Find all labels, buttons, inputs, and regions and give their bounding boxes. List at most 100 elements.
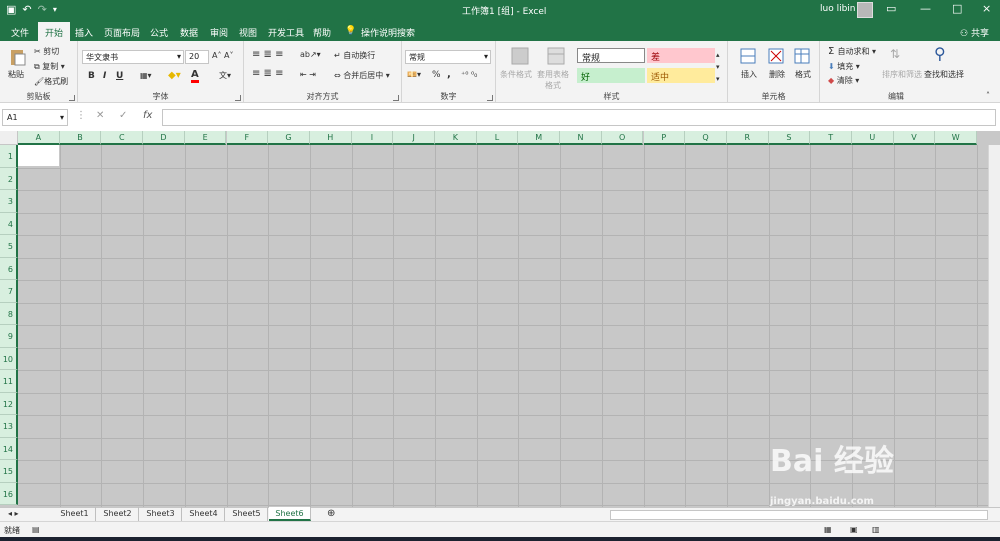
- clipboard-launcher[interactable]: [69, 95, 75, 101]
- column-header-n[interactable]: N: [560, 131, 602, 145]
- styles-scroll-icon[interactable]: ▴ ▾ ▾: [716, 49, 720, 85]
- number-format-select[interactable]: 常规 ▾: [405, 50, 491, 64]
- column-header-e[interactable]: E: [184, 131, 227, 145]
- sheet-tab-sheet3[interactable]: Sheet3: [140, 507, 182, 521]
- decimal-icon[interactable]: ⁺⁰ ⁰₀: [461, 70, 477, 79]
- wrap-text-button[interactable]: ↵ 自动换行: [334, 50, 375, 61]
- user-name[interactable]: luo libin: [820, 4, 856, 14]
- cut-button[interactable]: ✂ 剪切: [34, 46, 59, 57]
- row-header-4[interactable]: 4: [0, 212, 18, 235]
- comma-button[interactable]: ,: [447, 69, 451, 80]
- tab-page-layout[interactable]: 页面布局: [104, 26, 140, 39]
- column-header-c[interactable]: C: [101, 131, 144, 145]
- scroll-tabs-icon[interactable]: ◂ ▸: [8, 509, 19, 518]
- column-header-g[interactable]: G: [268, 131, 310, 145]
- column-header-m[interactable]: M: [518, 131, 561, 145]
- tab-home[interactable]: 开始: [38, 22, 71, 41]
- fill-button[interactable]: ⬇ 填充 ▾: [828, 61, 860, 72]
- column-header-p[interactable]: P: [643, 131, 686, 145]
- tab-view[interactable]: 视图: [239, 26, 257, 39]
- phonetic-icon[interactable]: 文▾: [219, 70, 231, 81]
- macro-record-icon[interactable]: ▤: [32, 525, 40, 534]
- bold-button[interactable]: B: [88, 71, 95, 81]
- save-icon[interactable]: ▣: [6, 3, 16, 17]
- add-sheet-icon[interactable]: ⊕: [327, 508, 335, 519]
- column-header-w[interactable]: W: [935, 131, 978, 145]
- font-color-icon[interactable]: A: [191, 69, 199, 83]
- tab-data[interactable]: 数据: [180, 26, 198, 39]
- sheet-tab-sheet5[interactable]: Sheet5: [226, 507, 268, 521]
- row-header-15[interactable]: 15: [0, 460, 18, 483]
- clear-button[interactable]: ◆ 清除 ▾: [828, 75, 859, 86]
- merge-center-button[interactable]: ⇔ 合并后居中 ▾: [334, 70, 390, 81]
- paste-button[interactable]: 粘贴: [8, 69, 24, 80]
- row-header-8[interactable]: 8: [0, 302, 18, 325]
- column-header-h[interactable]: H: [309, 131, 352, 145]
- alignment-launcher[interactable]: [393, 95, 399, 101]
- enter-icon[interactable]: ✓: [119, 110, 127, 121]
- column-header-b[interactable]: B: [59, 131, 102, 145]
- horizontal-scrollbar[interactable]: [610, 510, 988, 520]
- name-box[interactable]: A1 ▾: [2, 109, 68, 126]
- ribbon-display-icon[interactable]: ▭: [886, 2, 896, 15]
- row-header-7[interactable]: 7: [0, 280, 18, 303]
- column-header-j[interactable]: J: [393, 131, 435, 145]
- format-button[interactable]: 格式: [795, 69, 811, 80]
- row-header-1[interactable]: 1: [0, 145, 18, 168]
- insert-button[interactable]: 插入: [741, 69, 757, 80]
- insert-cells-icon[interactable]: [738, 46, 758, 66]
- copy-button[interactable]: ⧉ 复制 ▾: [34, 61, 65, 72]
- autosum-button[interactable]: Σ 自动求和 ▾: [828, 46, 876, 57]
- minimize-button[interactable]: —: [920, 2, 931, 15]
- currency-icon[interactable]: 💴▾: [407, 70, 421, 79]
- column-header-u[interactable]: U: [852, 131, 894, 145]
- row-header-11[interactable]: 11: [0, 370, 18, 393]
- find-select-button[interactable]: 查找和选择: [924, 69, 964, 80]
- style-good[interactable]: 好: [577, 68, 645, 83]
- font-name-select[interactable]: 华文隶书 ▾: [82, 50, 184, 64]
- sheet-tab-sheet1[interactable]: Sheet1: [54, 507, 96, 521]
- tab-file[interactable]: 文件: [11, 26, 29, 39]
- delete-cells-icon[interactable]: [766, 46, 786, 66]
- column-header-t[interactable]: T: [810, 131, 852, 145]
- row-header-13[interactable]: 13: [0, 415, 18, 438]
- column-header-o[interactable]: O: [601, 131, 644, 145]
- row-header-6[interactable]: 6: [0, 257, 18, 280]
- vertical-scrollbar[interactable]: [988, 145, 1000, 507]
- indent-icon[interactable]: ⇤ ⇥: [300, 70, 316, 79]
- format-painter-button[interactable]: 🖌格式刷: [34, 76, 68, 87]
- page-layout-view-icon[interactable]: ▣: [850, 525, 858, 534]
- style-neutral[interactable]: 适中: [647, 68, 715, 83]
- collapse-ribbon-icon[interactable]: ˄: [986, 91, 990, 100]
- cancel-icon[interactable]: ✕: [96, 110, 104, 121]
- tab-developer[interactable]: 开发工具: [268, 26, 304, 39]
- normal-view-icon[interactable]: ▦: [824, 525, 832, 534]
- column-header-a[interactable]: A: [18, 131, 60, 145]
- maximize-button[interactable]: □: [952, 2, 962, 15]
- underline-button[interactable]: U: [116, 71, 123, 81]
- row-header-3[interactable]: 3: [0, 190, 18, 213]
- find-magnifier-icon[interactable]: ⚲: [934, 44, 946, 63]
- column-header-s[interactable]: S: [768, 131, 811, 145]
- row-header-9[interactable]: 9: [0, 325, 18, 348]
- row-header-5[interactable]: 5: [0, 235, 18, 258]
- column-header-l[interactable]: L: [476, 131, 519, 145]
- style-bad[interactable]: 差: [647, 48, 715, 63]
- column-header-d[interactable]: D: [143, 131, 185, 145]
- align-top-icon[interactable]: ≡ ≣ ≡: [252, 49, 284, 60]
- column-header-f[interactable]: F: [226, 131, 269, 145]
- undo-icon[interactable]: ↶: [22, 3, 31, 17]
- italic-button[interactable]: I: [103, 71, 106, 81]
- column-header-v[interactable]: V: [893, 131, 936, 145]
- formula-input[interactable]: [162, 109, 996, 126]
- column-header-q[interactable]: Q: [685, 131, 727, 145]
- sheet-tab-sheet6[interactable]: Sheet6: [269, 507, 311, 521]
- sheet-tab-sheet4[interactable]: Sheet4: [183, 507, 225, 521]
- borders-icon[interactable]: ▦▾: [140, 71, 152, 80]
- row-header-14[interactable]: 14: [0, 437, 18, 460]
- tab-help[interactable]: 帮助: [313, 26, 331, 39]
- delete-button[interactable]: 删除: [769, 69, 785, 80]
- share-button[interactable]: ⚇ 共享: [960, 26, 989, 39]
- column-header-i[interactable]: I: [351, 131, 394, 145]
- row-header-10[interactable]: 10: [0, 347, 18, 370]
